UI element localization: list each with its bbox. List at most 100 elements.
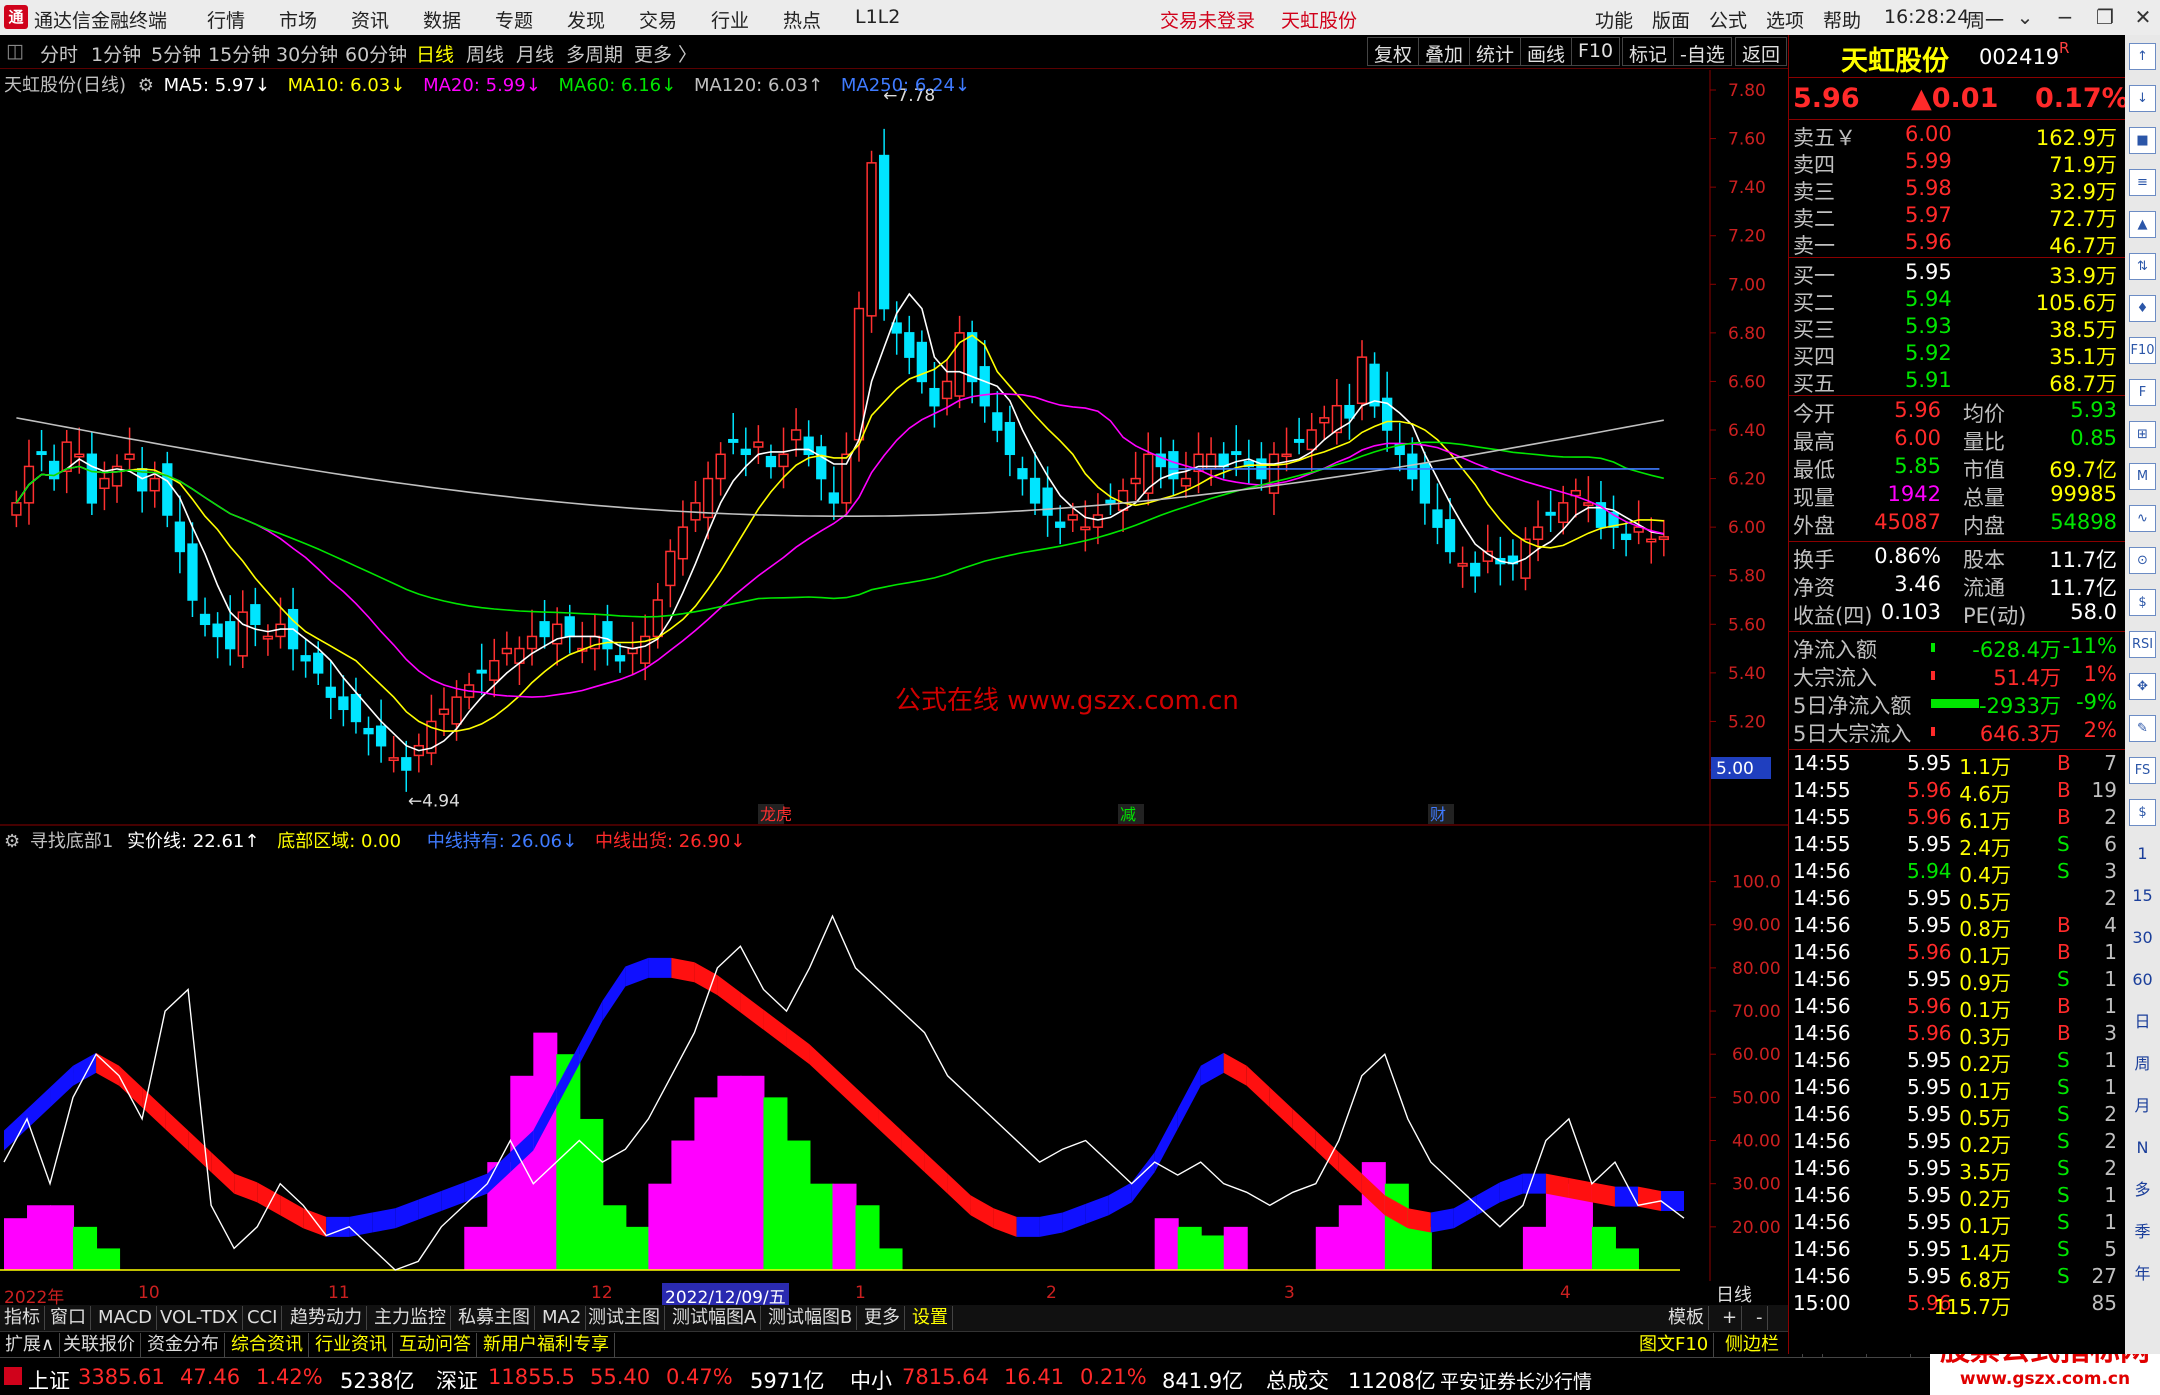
menu-bangzhu[interactable]: 帮助 xyxy=(1823,6,1861,33)
tab-ma2[interactable]: MA2 xyxy=(538,1306,587,1330)
period-30min[interactable]: 30分钟 xyxy=(276,40,338,67)
period-multi[interactable]: 多周期 xyxy=(566,40,623,67)
btn-diejia[interactable]: 叠加 xyxy=(1418,37,1471,66)
tab-qushidongli[interactable]: 趋势动力 xyxy=(286,1306,367,1330)
index-zx-label[interactable]: 中小 xyxy=(850,1365,892,1395)
side-tool-icon[interactable]: ▲ xyxy=(2129,211,2156,238)
tick-row[interactable]: 14:55 5.95 2.4万 S 6 xyxy=(1793,832,2123,860)
menu-gongshi[interactable]: 公式 xyxy=(1709,6,1747,33)
ask-row[interactable]: 卖一 5.96 46.7万 xyxy=(1793,230,2123,258)
index-sh-label[interactable]: 上证 xyxy=(28,1365,70,1395)
side-tool-icon[interactable]: ✥ xyxy=(2129,673,2156,700)
tick-list[interactable]: 14:55 5.95 1.1万 B 7 14:55 5.96 4.6万 B 19 14:55 5.96… xyxy=(1789,751,2126,1331)
date-axis-mode[interactable]: 日线 xyxy=(1716,1281,1752,1307)
tab-add[interactable]: + xyxy=(1718,1306,1743,1330)
tab-guanlianbaojia[interactable]: 关联报价 xyxy=(58,1333,141,1357)
tick-row[interactable]: 14:56 5.95 0.2万 S 1 xyxy=(1793,1048,2123,1076)
menu-redian[interactable]: 热点 xyxy=(783,6,821,33)
side-tool-icon[interactable]: 15 xyxy=(2129,883,2156,910)
menu-hangye[interactable]: 行业 xyxy=(711,6,749,33)
side-tool-icon[interactable]: ✎ xyxy=(2129,715,2156,742)
tick-row[interactable]: 14:56 5.95 0.2万 S 1 xyxy=(1793,1183,2123,1211)
tick-row[interactable]: 14:56 5.95 0.5万 2 xyxy=(1793,886,2123,914)
tick-row[interactable]: 14:56 5.95 0.5万 S 2 xyxy=(1793,1102,2123,1130)
tab-zonghezixun[interactable]: 综合资讯 xyxy=(226,1333,309,1357)
menu-faxian[interactable]: 发现 xyxy=(567,6,605,33)
side-tool-icon[interactable]: 1 xyxy=(2129,841,2156,868)
side-tool-icon[interactable]: ↓ xyxy=(2129,85,2156,112)
menu-gongneng[interactable]: 功能 xyxy=(1595,6,1633,33)
period-fenshi[interactable]: 分时 xyxy=(40,40,78,67)
period-1min[interactable]: 1分钟 xyxy=(91,40,141,67)
period-daily[interactable]: 日线 xyxy=(416,40,454,67)
tick-row[interactable]: 14:56 5.95 0.2万 S 2 xyxy=(1793,1129,2123,1157)
side-tool-icon[interactable]: 季 xyxy=(2129,1219,2156,1246)
tab-hudongwenda[interactable]: 互动问答 xyxy=(394,1333,477,1357)
period-weekly[interactable]: 周线 xyxy=(466,40,504,67)
login-status[interactable]: 交易未登录 xyxy=(1160,6,1255,33)
menu-banmian[interactable]: 版面 xyxy=(1652,6,1690,33)
side-tool-icon[interactable]: FS xyxy=(2129,757,2156,784)
side-tool-icon[interactable]: ♦ xyxy=(2129,295,2156,322)
period-5min[interactable]: 5分钟 xyxy=(151,40,201,67)
tab-gengduo[interactable]: 更多 xyxy=(860,1306,905,1330)
chart-area[interactable]: 5.00 5.20 5.40 5.60 5.80 6.00 6.20 6.40 6.60 6.80… xyxy=(0,70,1788,1281)
menu-l1l2[interactable]: L1L2 xyxy=(855,6,900,28)
restore-icon[interactable]: ❐ xyxy=(2092,4,2118,30)
side-tool-icon[interactable]: $ xyxy=(2129,589,2156,616)
index-sz-label[interactable]: 深证 xyxy=(436,1365,478,1395)
dropdown-icon[interactable]: ⌄ xyxy=(2012,4,2038,30)
menu-shuju[interactable]: 数据 xyxy=(423,6,461,33)
menu-shichang[interactable]: 市场 xyxy=(279,6,317,33)
side-tool-icon[interactable]: ≡ xyxy=(2129,169,2156,196)
menu-xuanxiang[interactable]: 选项 xyxy=(1766,6,1804,33)
close-icon[interactable]: ✕ xyxy=(2130,4,2156,30)
tick-row[interactable]: 14:56 5.95 0.8万 B 4 xyxy=(1793,913,2123,941)
period-15min[interactable]: 15分钟 xyxy=(208,40,270,67)
menu-hangqing[interactable]: 行情 xyxy=(207,6,245,33)
side-tool-icon[interactable]: F xyxy=(2129,379,2156,406)
sub-gear-icon[interactable]: ⚙ xyxy=(4,831,20,852)
settings-gear-icon[interactable]: ⚙ xyxy=(138,75,154,96)
minimize-icon[interactable]: − xyxy=(2052,4,2078,30)
bid-row[interactable]: 买五 5.91 68.7万 xyxy=(1793,368,2123,396)
tick-row[interactable]: 14:56 5.96 0.1万 B 1 xyxy=(1793,940,2123,968)
tick-row[interactable]: 14:55 5.95 1.1万 B 7 xyxy=(1793,751,2123,779)
side-tool-icon[interactable]: ■ xyxy=(2129,127,2156,154)
side-tool-icon[interactable]: ⊙ xyxy=(2129,547,2156,574)
tab-hangyezixun[interactable]: 行业资讯 xyxy=(310,1333,393,1357)
side-tool-icon[interactable]: 60 xyxy=(2129,967,2156,994)
side-tool-icon[interactable]: $ xyxy=(2129,799,2156,826)
tick-row[interactable]: 14:56 5.94 0.4万 S 3 xyxy=(1793,859,2123,887)
period-more[interactable]: 更多 〉 xyxy=(634,40,697,67)
tick-row[interactable]: 14:55 5.96 4.6万 B 19 xyxy=(1793,778,2123,806)
tab-ceshifutua[interactable]: 测试幅图A xyxy=(668,1306,762,1330)
side-tool-icon[interactable]: 日 xyxy=(2129,1009,2156,1036)
side-tool-icon[interactable]: N xyxy=(2129,1135,2156,1162)
tick-row[interactable]: 14:55 5.96 6.1万 B 2 xyxy=(1793,805,2123,833)
tick-row[interactable]: 14:56 5.95 0.1万 S 1 xyxy=(1793,1075,2123,1103)
side-tool-icon[interactable]: ∿ xyxy=(2129,505,2156,532)
side-tool-icon[interactable]: M xyxy=(2129,463,2156,490)
tick-row[interactable]: 15:00 5.96 115.7万 85 xyxy=(1793,1291,2123,1319)
btn-huaxian[interactable]: 画线 xyxy=(1520,37,1573,66)
period-monthly[interactable]: 月线 xyxy=(516,40,554,67)
btn-zixuan[interactable]: -自选 xyxy=(1673,37,1732,66)
ask-row[interactable]: 卖三 5.98 32.9万 xyxy=(1793,176,2123,204)
tab-macd[interactable]: MACD xyxy=(94,1306,157,1330)
bid-row[interactable]: 买四 5.92 35.1万 xyxy=(1793,341,2123,369)
chart-canvas[interactable]: 5.00 5.20 5.40 5.60 5.80 6.00 6.20 6.40 6.60 6.80… xyxy=(0,70,1788,1281)
tab-kuozhan[interactable]: 扩展∧ xyxy=(0,1333,61,1357)
side-tool-icon[interactable]: ↑ xyxy=(2129,43,2156,70)
panel-icon[interactable]: ◫ xyxy=(6,40,24,62)
ask-row[interactable]: 卖五￥ 6.00 162.9万 xyxy=(1793,122,2123,150)
bid-row[interactable]: 买二 5.94 105.6万 xyxy=(1793,287,2123,315)
bid-row[interactable]: 买一 5.95 33.9万 xyxy=(1793,260,2123,288)
connection-icon[interactable] xyxy=(4,1367,22,1385)
ask-row[interactable]: 卖四 5.99 71.9万 xyxy=(1793,149,2123,177)
tab-chuangkou[interactable]: 窗口 xyxy=(46,1306,91,1330)
side-tool-icon[interactable]: 周 xyxy=(2129,1051,2156,1078)
side-tool-icon[interactable]: F10 xyxy=(2129,337,2156,364)
btn-fuquan[interactable]: 复权 xyxy=(1367,37,1420,66)
tab-cci[interactable]: CCI xyxy=(243,1306,283,1330)
